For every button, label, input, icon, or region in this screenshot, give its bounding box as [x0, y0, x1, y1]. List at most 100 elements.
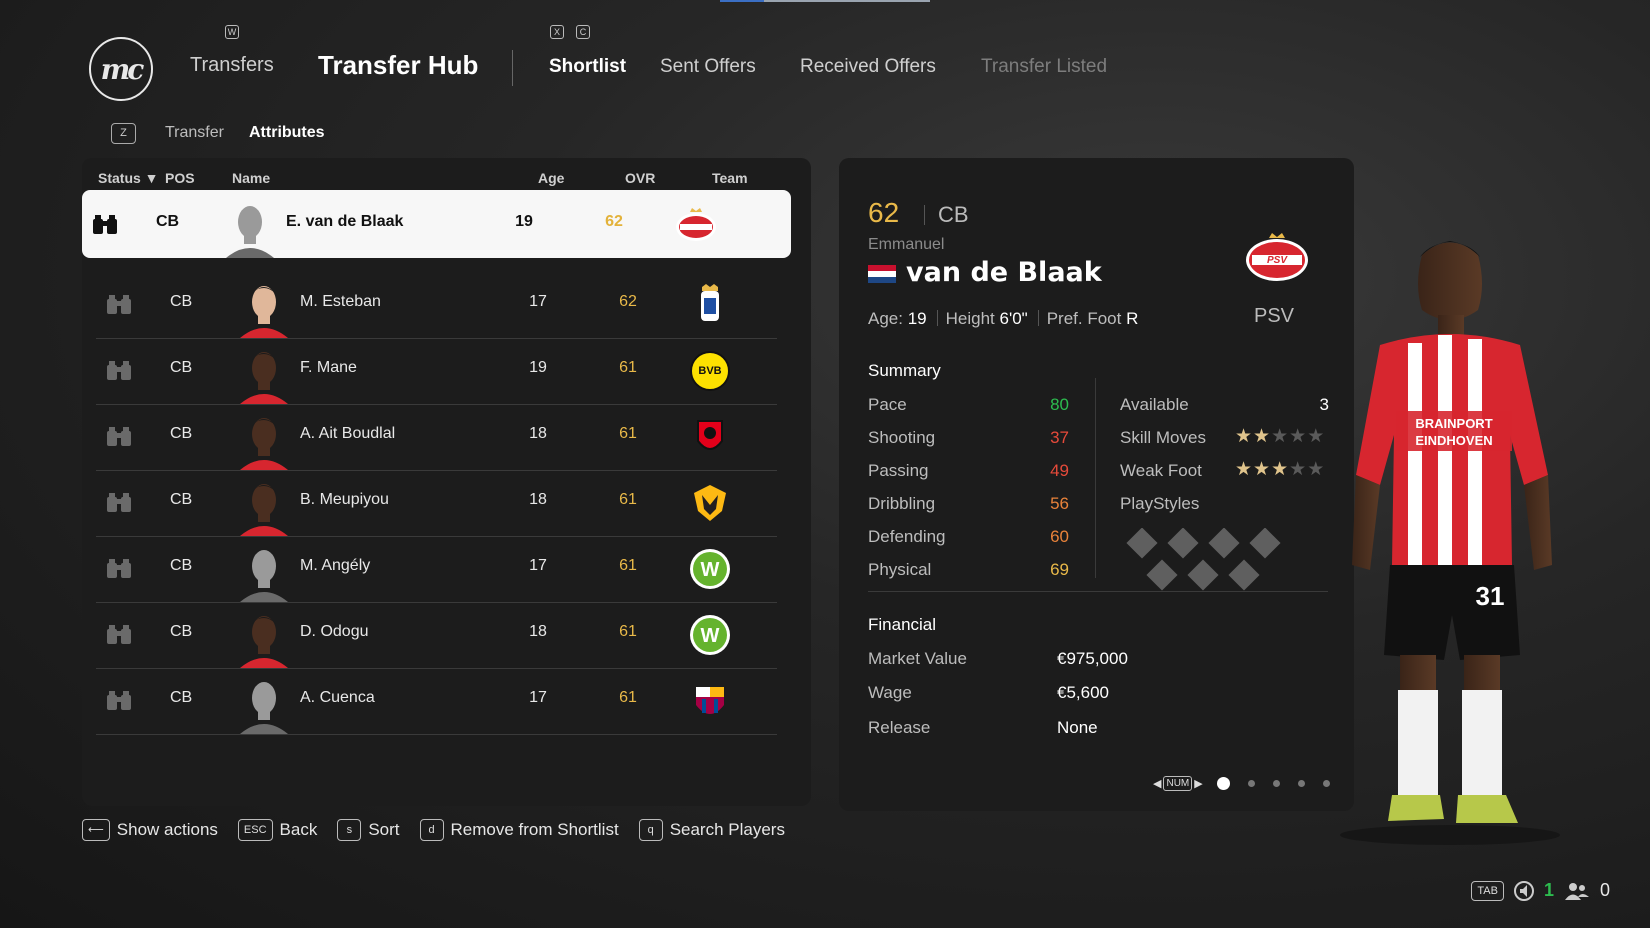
key-hint: ESC	[237, 819, 273, 841]
star-icon: ★	[1235, 459, 1254, 480]
tab-shortlist[interactable]: Shortlist	[549, 56, 626, 78]
ovr-pos-divider	[924, 205, 925, 225]
player-position: CB	[170, 623, 193, 640]
binoculars-icon	[107, 559, 131, 578]
key-hint: d	[419, 819, 444, 841]
key-hint-c: C	[576, 25, 590, 39]
table-row[interactable]: CB A. Ait Boudlal 18 61	[96, 402, 777, 471]
player-bio: Age: 19 Height 6'0" Pref. Foot R	[868, 309, 1148, 329]
player-ovr: 62	[605, 213, 623, 230]
height-label: Height	[945, 309, 995, 328]
wage-value: €5,600	[1057, 683, 1109, 702]
player-age: 18	[529, 425, 547, 442]
key-hint-x: X	[550, 25, 564, 39]
svg-text:31: 31	[1476, 581, 1505, 611]
team-crest-icon: BVB	[690, 351, 730, 391]
chevron-right-icon: ▶	[1194, 777, 1203, 790]
table-row[interactable]: CB A. Cuenca 17 61	[96, 666, 777, 735]
column-header-team[interactable]: Team	[712, 170, 748, 186]
key-hint-z: Z	[111, 123, 136, 144]
player-age: 17	[529, 689, 547, 706]
table-row[interactable]: CB F. Mane 19 61 BVB	[96, 336, 777, 405]
column-header-ovr[interactable]: OVR	[625, 170, 655, 186]
action-show-actions[interactable]: ⟵ Show actions	[82, 819, 218, 841]
column-header-name[interactable]: Name	[232, 170, 270, 186]
release-label: Release	[868, 718, 931, 737]
player-age: 19	[529, 359, 547, 376]
chevron-left-icon: ◀	[1153, 777, 1162, 790]
svg-text:PSV: PSV	[1267, 255, 1288, 266]
users-icon	[1564, 882, 1589, 900]
page-indicator[interactable]: ◀ NUM ▶	[1153, 773, 1330, 793]
player-name: M. Esteban	[300, 293, 381, 310]
key-hint: s	[337, 819, 362, 841]
netherlands-flag-icon	[868, 265, 896, 283]
playstyles-label: PlayStyles	[1120, 494, 1200, 513]
stat-value: 37	[1050, 428, 1069, 447]
player-avatar	[240, 682, 288, 734]
page-dot[interactable]	[1297, 779, 1305, 787]
market-value-label: Market Value	[868, 649, 967, 668]
player-first-name: Emmanuel	[868, 236, 945, 253]
action-sort[interactable]: s Sort	[337, 819, 400, 841]
action-remove-from-shortlist[interactable]: d Remove from Shortlist	[419, 819, 619, 841]
subtab-attributes[interactable]: Attributes	[249, 124, 325, 142]
column-header-status[interactable]: Status ▼	[98, 170, 159, 186]
column-header-age[interactable]: Age	[538, 170, 564, 186]
star-icon: ★	[1253, 459, 1272, 480]
team-crest-icon: W	[690, 549, 730, 589]
key-hint-w: W	[225, 25, 239, 39]
action-bar: ⟵ Show actions ESC Back s Sort d Remove from Sh…	[82, 819, 785, 841]
psv-crest-icon: PSV	[1246, 233, 1308, 281]
column-header-pos[interactable]: POS	[165, 170, 195, 186]
summary-title: Summary	[868, 361, 941, 380]
stat-label: Physical	[868, 560, 932, 579]
star-icon: ★	[1271, 459, 1290, 480]
top-progress-segment	[720, 0, 764, 2]
page-dot[interactable]	[1247, 779, 1255, 787]
player-name: D. Odogu	[300, 623, 369, 640]
player-ovr: 61	[619, 359, 637, 376]
star-icon: ★	[1307, 426, 1326, 447]
player-position: CB	[170, 359, 193, 376]
action-search-players[interactable]: q Search Players	[638, 819, 785, 841]
svg-text:W: W	[701, 625, 720, 647]
table-row[interactable]: CB M. Angély 17 61 W	[96, 534, 777, 603]
action-label: Search Players	[669, 820, 785, 839]
table-row[interactable]: CB B. Meupiyou 18 61	[96, 468, 777, 537]
pref-foot-value: R	[1126, 309, 1139, 328]
subtab-transfer[interactable]: Transfer	[165, 124, 224, 142]
player-position: CB	[156, 213, 180, 230]
table-row[interactable]: CB E. van de Blaak 19 62	[82, 190, 791, 258]
player-ovr: 62	[868, 197, 900, 228]
player-position: CB	[170, 293, 193, 310]
action-back[interactable]: ESC Back	[237, 819, 318, 841]
page-dot[interactable]	[1322, 779, 1330, 787]
player-render-image: BRAINPORT EINDHOVEN 31	[1340, 241, 1560, 845]
tab-sent-offers[interactable]: Sent Offers	[660, 56, 756, 78]
key-hint: ⟵	[82, 819, 110, 841]
svg-text:EINDHOVEN: EINDHOVEN	[1415, 433, 1492, 448]
player-name: B. Meupiyou	[300, 491, 389, 508]
player-position: CB	[938, 202, 969, 227]
skill-moves-label: Skill Moves	[1120, 428, 1206, 447]
player-ovr: 61	[619, 557, 637, 574]
tab-received-offers[interactable]: Received Offers	[800, 56, 936, 78]
table-row[interactable]: CB D. Odogu 18 61 W	[96, 600, 777, 669]
page-dots	[1216, 776, 1330, 790]
stat-value: 80	[1050, 395, 1069, 414]
page-nav-control[interactable]: ◀ NUM ▶	[1153, 775, 1203, 791]
player-name: E. van de Blaak	[286, 213, 404, 230]
page-title: Transfer Hub	[318, 50, 479, 80]
table-row[interactable]: CB M. Esteban 17 62	[96, 270, 777, 339]
action-label: Remove from Shortlist	[450, 820, 619, 839]
page-dot[interactable]	[1272, 779, 1280, 787]
team-crest-icon	[696, 687, 724, 714]
player-avatar	[240, 550, 288, 602]
tab-transfer-listed[interactable]: Transfer Listed	[981, 56, 1107, 78]
action-label: Back	[279, 820, 318, 839]
page-dot[interactable]	[1216, 776, 1230, 790]
speaker-icon	[1513, 880, 1534, 901]
nav-transfers[interactable]: Transfers	[190, 54, 274, 77]
player-age: 17	[529, 557, 547, 574]
